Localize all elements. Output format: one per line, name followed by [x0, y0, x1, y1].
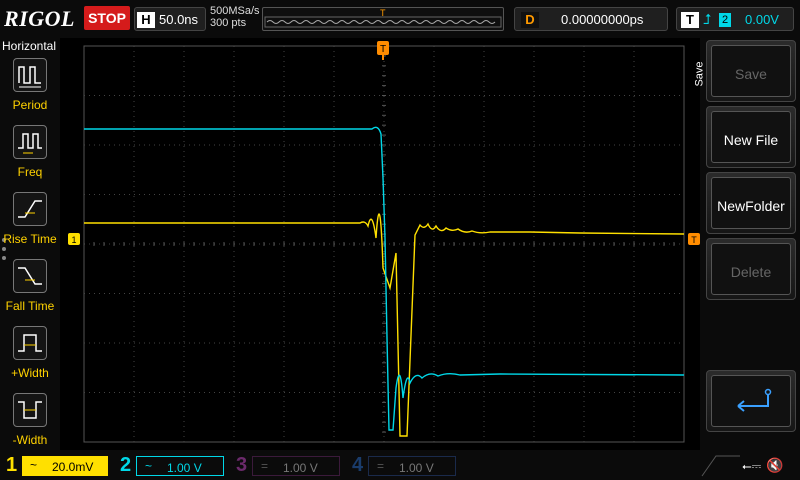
rise-time-button[interactable]: Rise Time — [0, 192, 60, 250]
save-menu: Save Save New File NewFolder Delete — [694, 38, 800, 450]
ch4-coupling: = — [377, 459, 385, 473]
period-label: Period — [12, 98, 48, 112]
new-file-button-label: New File — [723, 132, 779, 148]
ch3-number: 3 — [236, 454, 248, 476]
horizontal-menu: Horizontal Period Freq Rise Time Fall Ti… — [0, 38, 60, 450]
save-button[interactable]: Save — [706, 40, 796, 102]
frequency-icon — [13, 125, 47, 159]
delete-button-label: Delete — [730, 264, 772, 280]
ch1-coupling: ~ — [30, 458, 38, 472]
positive-width-label: +Width — [11, 366, 49, 380]
rise-time-icon — [13, 192, 47, 226]
ch2-status[interactable]: 2 ~ 1.00 V — [116, 454, 226, 478]
ch2-coupling: ~ — [145, 459, 153, 473]
freq-label: Freq — [17, 165, 43, 179]
ch2-number: 2 — [120, 454, 132, 476]
trigger-level: 0.00V — [745, 12, 779, 27]
sample-rate: 500MSa/s — [210, 5, 260, 17]
bar-corner-decoration — [701, 455, 740, 477]
rising-edge-icon: ⮥ — [703, 11, 712, 27]
acquisition-info: 500MSa/s 300 pts — [210, 5, 260, 29]
ch1-offset-marker: 1 — [71, 235, 76, 245]
trigger-key: T — [681, 12, 699, 28]
negative-width-icon — [13, 393, 47, 427]
ch4-number: 4 — [352, 454, 364, 476]
run-stop-status[interactable]: STOP — [84, 6, 130, 30]
ch2-scale: 1.00 V — [167, 461, 202, 475]
save-menu-caption: Save — [693, 61, 706, 87]
ch1-number: 1 — [6, 454, 18, 476]
ch4-scale: 1.00 V — [399, 461, 434, 475]
speaker-mute-icon[interactable]: 🔇 — [766, 457, 783, 474]
return-button[interactable] — [706, 370, 796, 432]
ch2-waveform — [84, 126, 685, 431]
ch3-scale-box: = 1.00 V — [252, 456, 340, 476]
fall-time-label: Fall Time — [5, 299, 55, 313]
horizontal-menu-title: Horizontal — [2, 39, 57, 53]
timebase-value: 50.0ns — [159, 12, 199, 27]
fall-time-button[interactable]: Fall Time — [0, 259, 60, 317]
ch4-status[interactable]: 4 = 1.00 V — [348, 454, 458, 478]
trigger-level-marker: T — [691, 235, 697, 245]
waveform-canvas: T 1 T — [68, 41, 700, 443]
delay-box[interactable]: D 0.00000000ps — [514, 7, 668, 31]
positive-width-button[interactable]: +Width — [0, 326, 60, 384]
ch1-status[interactable]: 1 ~ 20.0mV — [0, 454, 110, 478]
positive-width-icon — [13, 326, 47, 360]
rise-time-label: Rise Time — [3, 232, 57, 246]
ch1-scale-box: ~ 20.0mV — [22, 456, 108, 476]
delay-key: D — [521, 12, 539, 28]
delay-value: 0.00000000ps — [561, 12, 644, 27]
timebase-box[interactable]: H 50.0ns — [134, 7, 206, 31]
delete-button[interactable]: Delete — [706, 238, 796, 300]
channel-status-bar: 1 ~ 20.0mV 2 ~ 1.00 V 3 = 1.00 V 4 = 1.0… — [0, 450, 800, 480]
new-file-button[interactable]: New File — [706, 106, 796, 168]
new-folder-button-label: NewFolder — [717, 198, 785, 214]
ch2-scale-box: ~ 1.00 V — [136, 456, 224, 476]
rigol-logo: RIGOL — [4, 6, 75, 31]
graticule — [83, 45, 685, 443]
ch3-status[interactable]: 3 = 1.00 V — [232, 454, 342, 478]
ch1-scale: 20.0mV — [52, 460, 94, 474]
ch4-scale-box: = 1.00 V — [368, 456, 456, 476]
usb-icon: ⭠⎓ — [742, 459, 762, 473]
freq-button[interactable]: Freq — [0, 125, 60, 183]
memory-trigger-marker: T — [380, 8, 386, 18]
waveform-display[interactable]: T 1 T — [60, 38, 700, 450]
return-arrow-icon — [737, 388, 772, 412]
negative-width-label: -Width — [12, 433, 48, 447]
negative-width-button[interactable]: -Width — [0, 393, 60, 451]
save-button-label: Save — [735, 66, 767, 82]
ch3-coupling: = — [261, 459, 269, 473]
period-icon — [13, 58, 47, 92]
trigger-position-marker: T — [380, 44, 386, 55]
fall-time-icon — [13, 259, 47, 293]
trigger-box[interactable]: T ⮥ 2 0.00V — [676, 7, 794, 31]
ch3-scale: 1.00 V — [283, 461, 318, 475]
new-folder-button[interactable]: NewFolder — [706, 172, 796, 234]
period-button[interactable]: Period — [0, 58, 60, 116]
timebase-key: H — [137, 12, 155, 28]
memory-depth: 300 pts — [210, 17, 247, 29]
trigger-source: 2 — [719, 13, 731, 27]
top-status-bar: RIGOL STOP H 50.0ns 500MSa/s 300 pts T D… — [0, 0, 800, 38]
memory-overview-bar[interactable]: T — [262, 7, 504, 31]
